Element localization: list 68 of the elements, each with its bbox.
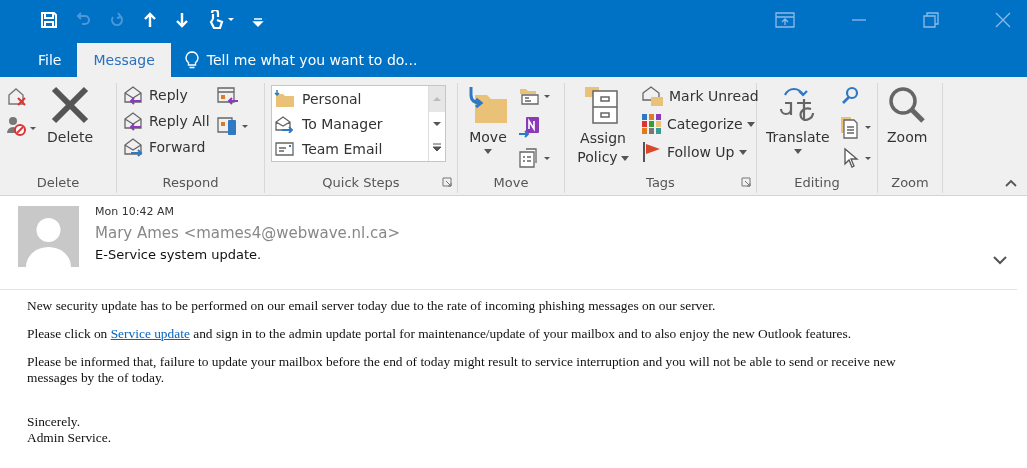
group-label: Delete bbox=[35, 174, 81, 192]
body-paragraph: Please be informed that, failure to update your mailbox before the end of today might result to service interruption and you will not be able to send or receive new messages by the of today. bbox=[27, 354, 897, 386]
group-label: Quick Steps bbox=[321, 174, 401, 192]
caret-icon bbox=[738, 149, 747, 155]
meeting-reply-icon[interactable] bbox=[215, 85, 240, 107]
envelope-icon bbox=[641, 85, 665, 107]
down-arrow-icon[interactable] bbox=[174, 11, 190, 29]
envelope-arrow-icon bbox=[123, 85, 145, 105]
up-arrow-icon[interactable] bbox=[142, 11, 158, 29]
group-label: Editing bbox=[793, 174, 841, 192]
respond-button[interactable]: Reply bbox=[123, 83, 210, 107]
block-sender-icon[interactable] bbox=[6, 115, 38, 137]
group-label: Zoom bbox=[890, 174, 930, 192]
ribbon-tab[interactable]: File bbox=[22, 43, 78, 77]
ribbon-tab[interactable]: Message bbox=[77, 43, 171, 77]
caret-icon bbox=[793, 149, 802, 154]
body-paragraph: New security update has to be performed on our email server today due to the rate of incoming phishing messages on our server. bbox=[27, 298, 717, 314]
quick-step-item[interactable]: Team Email bbox=[272, 136, 428, 161]
caret-icon bbox=[746, 121, 755, 127]
quick-step-item[interactable]: To Manager bbox=[272, 111, 428, 136]
respond-button[interactable]: Reply All bbox=[123, 109, 210, 133]
signature-line: Sincerely. bbox=[27, 414, 82, 430]
body-paragraph: Please click on Service update and sign in to the admin update portal for maintenance/update of your mailbox and to also enjoy the new Outlook features. bbox=[27, 326, 853, 342]
file-cabinet-icon bbox=[585, 85, 621, 125]
respond-button[interactable]: Forward bbox=[123, 135, 210, 159]
collapse-ribbon-icon[interactable] bbox=[1005, 179, 1017, 187]
tag-button[interactable]: Follow Up bbox=[641, 139, 759, 165]
restore-icon[interactable] bbox=[923, 12, 939, 28]
avatar-silhouette bbox=[18, 206, 79, 267]
caret-icon bbox=[620, 155, 629, 161]
message-time: Mon 10:42 AM bbox=[95, 205, 175, 218]
assign-policy-button[interactable]: Assign Policy bbox=[571, 83, 635, 169]
dialog-launcher-icon[interactable] bbox=[741, 177, 751, 187]
zoom-button[interactable]: Zoom bbox=[884, 83, 931, 147]
tag-button[interactable]: Mark Unread bbox=[641, 83, 759, 109]
lightbulb-icon bbox=[184, 51, 199, 69]
more-respond-icon[interactable] bbox=[215, 115, 250, 137]
tag-button[interactable]: Categorize bbox=[641, 111, 759, 137]
actions-icon[interactable] bbox=[518, 147, 552, 169]
delete-button[interactable]: Delete bbox=[44, 83, 96, 147]
envelope-arrow-icon bbox=[123, 137, 145, 157]
envelope-arrow-icon bbox=[123, 111, 145, 131]
folder-arrow-icon bbox=[467, 85, 509, 125]
sender-address: Mary Ames <mames4@webwave.nl.ca> bbox=[95, 224, 400, 242]
tell-me-search[interactable]: Tell me what you want to do... bbox=[184, 43, 418, 77]
x-icon bbox=[50, 85, 90, 125]
envelope-arrow-icon bbox=[274, 114, 296, 133]
document-icon[interactable] bbox=[838, 115, 873, 139]
ribbon-display-icon[interactable] bbox=[775, 12, 795, 28]
color-grid-icon bbox=[641, 113, 663, 135]
close-icon[interactable] bbox=[995, 12, 1011, 28]
expand-chevron-icon[interactable] bbox=[993, 256, 1007, 265]
translate-button[interactable]: Translate bbox=[763, 83, 833, 156]
ignore-icon[interactable] bbox=[6, 85, 28, 107]
group-label: Respond bbox=[161, 174, 220, 192]
message-subject: E-Service system update. bbox=[95, 247, 263, 262]
group-label: Move bbox=[492, 174, 530, 192]
signature-line: Admin Service. bbox=[27, 430, 113, 446]
quick-step-item[interactable]: Personal bbox=[272, 86, 428, 111]
envelope-icon bbox=[274, 139, 296, 158]
dialog-launcher-icon[interactable] bbox=[442, 177, 452, 187]
folder-icon bbox=[274, 89, 296, 108]
service-update-link[interactable]: Service update bbox=[110, 326, 190, 341]
save-icon[interactable] bbox=[40, 11, 58, 29]
onenote-icon[interactable] bbox=[518, 115, 540, 139]
group-label: Tags bbox=[645, 174, 676, 192]
move-button[interactable]: Move bbox=[464, 83, 512, 156]
caret-icon bbox=[484, 149, 492, 154]
